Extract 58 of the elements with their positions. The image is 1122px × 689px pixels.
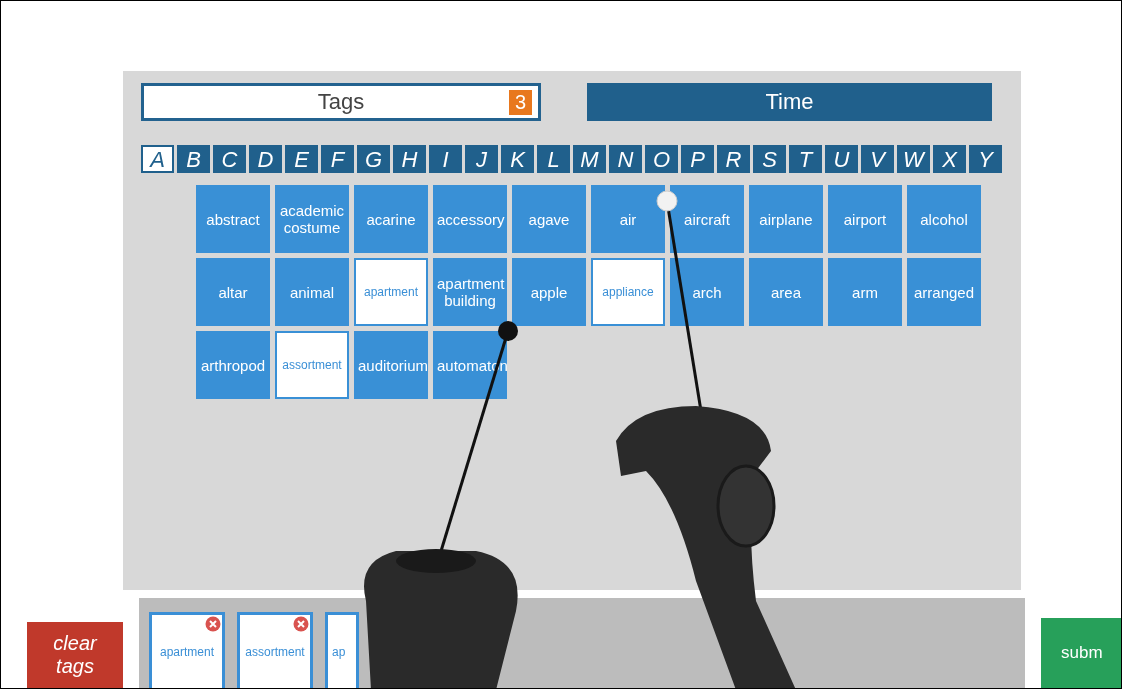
letter-tab[interactable]: Y [969, 145, 1002, 173]
letter-tab[interactable]: U [825, 145, 858, 173]
tag-tile[interactable]: apartment building [433, 258, 507, 326]
tag-tile[interactable]: animal [275, 258, 349, 326]
letter-tab[interactable]: O [645, 145, 678, 173]
letter-tab[interactable]: J [465, 145, 498, 173]
letter-tab[interactable]: C [213, 145, 246, 173]
tag-tile[interactable]: academic costume [275, 185, 349, 253]
tag-tile[interactable]: abstract [196, 185, 270, 253]
tag-tile[interactable]: arm [828, 258, 902, 326]
letter-tab[interactable]: M [573, 145, 606, 173]
count-badge: 3 [508, 90, 532, 115]
tag-tile[interactable]: appliance [591, 258, 665, 326]
tag-tile[interactable]: assortment [275, 331, 349, 399]
time-button[interactable]: Time [587, 83, 992, 121]
tag-tile[interactable]: arch [670, 258, 744, 326]
tag-tile[interactable]: arranged [907, 258, 981, 326]
letter-tab[interactable]: H [393, 145, 426, 173]
letter-tab[interactable]: F [321, 145, 354, 173]
letter-tab[interactable]: P [681, 145, 714, 173]
remove-icon[interactable] [293, 616, 309, 632]
tag-tile[interactable]: aircraft [670, 185, 744, 253]
letter-tab[interactable]: I [429, 145, 462, 173]
letter-tab[interactable]: L [537, 145, 570, 173]
tag-tile[interactable]: acarine [354, 185, 428, 253]
tag-tile[interactable]: auditorium [354, 331, 428, 399]
tags-field[interactable]: Tags 3 [141, 83, 541, 121]
tags-label: Tags [317, 89, 365, 115]
tag-tile[interactable]: apple [512, 258, 586, 326]
selected-tag-chip[interactable]: assortment [237, 612, 313, 688]
tag-tile[interactable]: airport [828, 185, 902, 253]
letter-tab[interactable]: V [861, 145, 894, 173]
letter-tab[interactable]: A [141, 145, 174, 173]
tag-tile[interactable]: airplane [749, 185, 823, 253]
letter-tab[interactable]: E [285, 145, 318, 173]
tag-tile[interactable]: air [591, 185, 665, 253]
selected-tag-chip[interactable]: apartment [149, 612, 225, 688]
letter-tab[interactable]: R [717, 145, 750, 173]
tag-tile[interactable]: agave [512, 185, 586, 253]
tag-tile[interactable]: apartment [354, 258, 428, 326]
letter-tab[interactable]: X [933, 145, 966, 173]
clear-tags-button[interactable]: clear tags [27, 622, 123, 688]
submit-button[interactable]: subm [1041, 618, 1121, 688]
letter-tab[interactable]: D [249, 145, 282, 173]
letter-tab[interactable]: N [609, 145, 642, 173]
letter-tab[interactable]: W [897, 145, 930, 173]
letter-tab[interactable]: G [357, 145, 390, 173]
letter-tab[interactable]: S [753, 145, 786, 173]
letter-tab[interactable]: B [177, 145, 210, 173]
letter-tab[interactable]: K [501, 145, 534, 173]
remove-icon[interactable] [205, 616, 221, 632]
tag-tile[interactable]: altar [196, 258, 270, 326]
selected-tag-chip[interactable]: ap [325, 612, 359, 688]
letter-tab[interactable]: T [789, 145, 822, 173]
tag-tile[interactable]: area [749, 258, 823, 326]
tag-tile[interactable]: arthropod [196, 331, 270, 399]
tag-tile[interactable]: alcohol [907, 185, 981, 253]
tag-tile[interactable]: accessory [433, 185, 507, 253]
